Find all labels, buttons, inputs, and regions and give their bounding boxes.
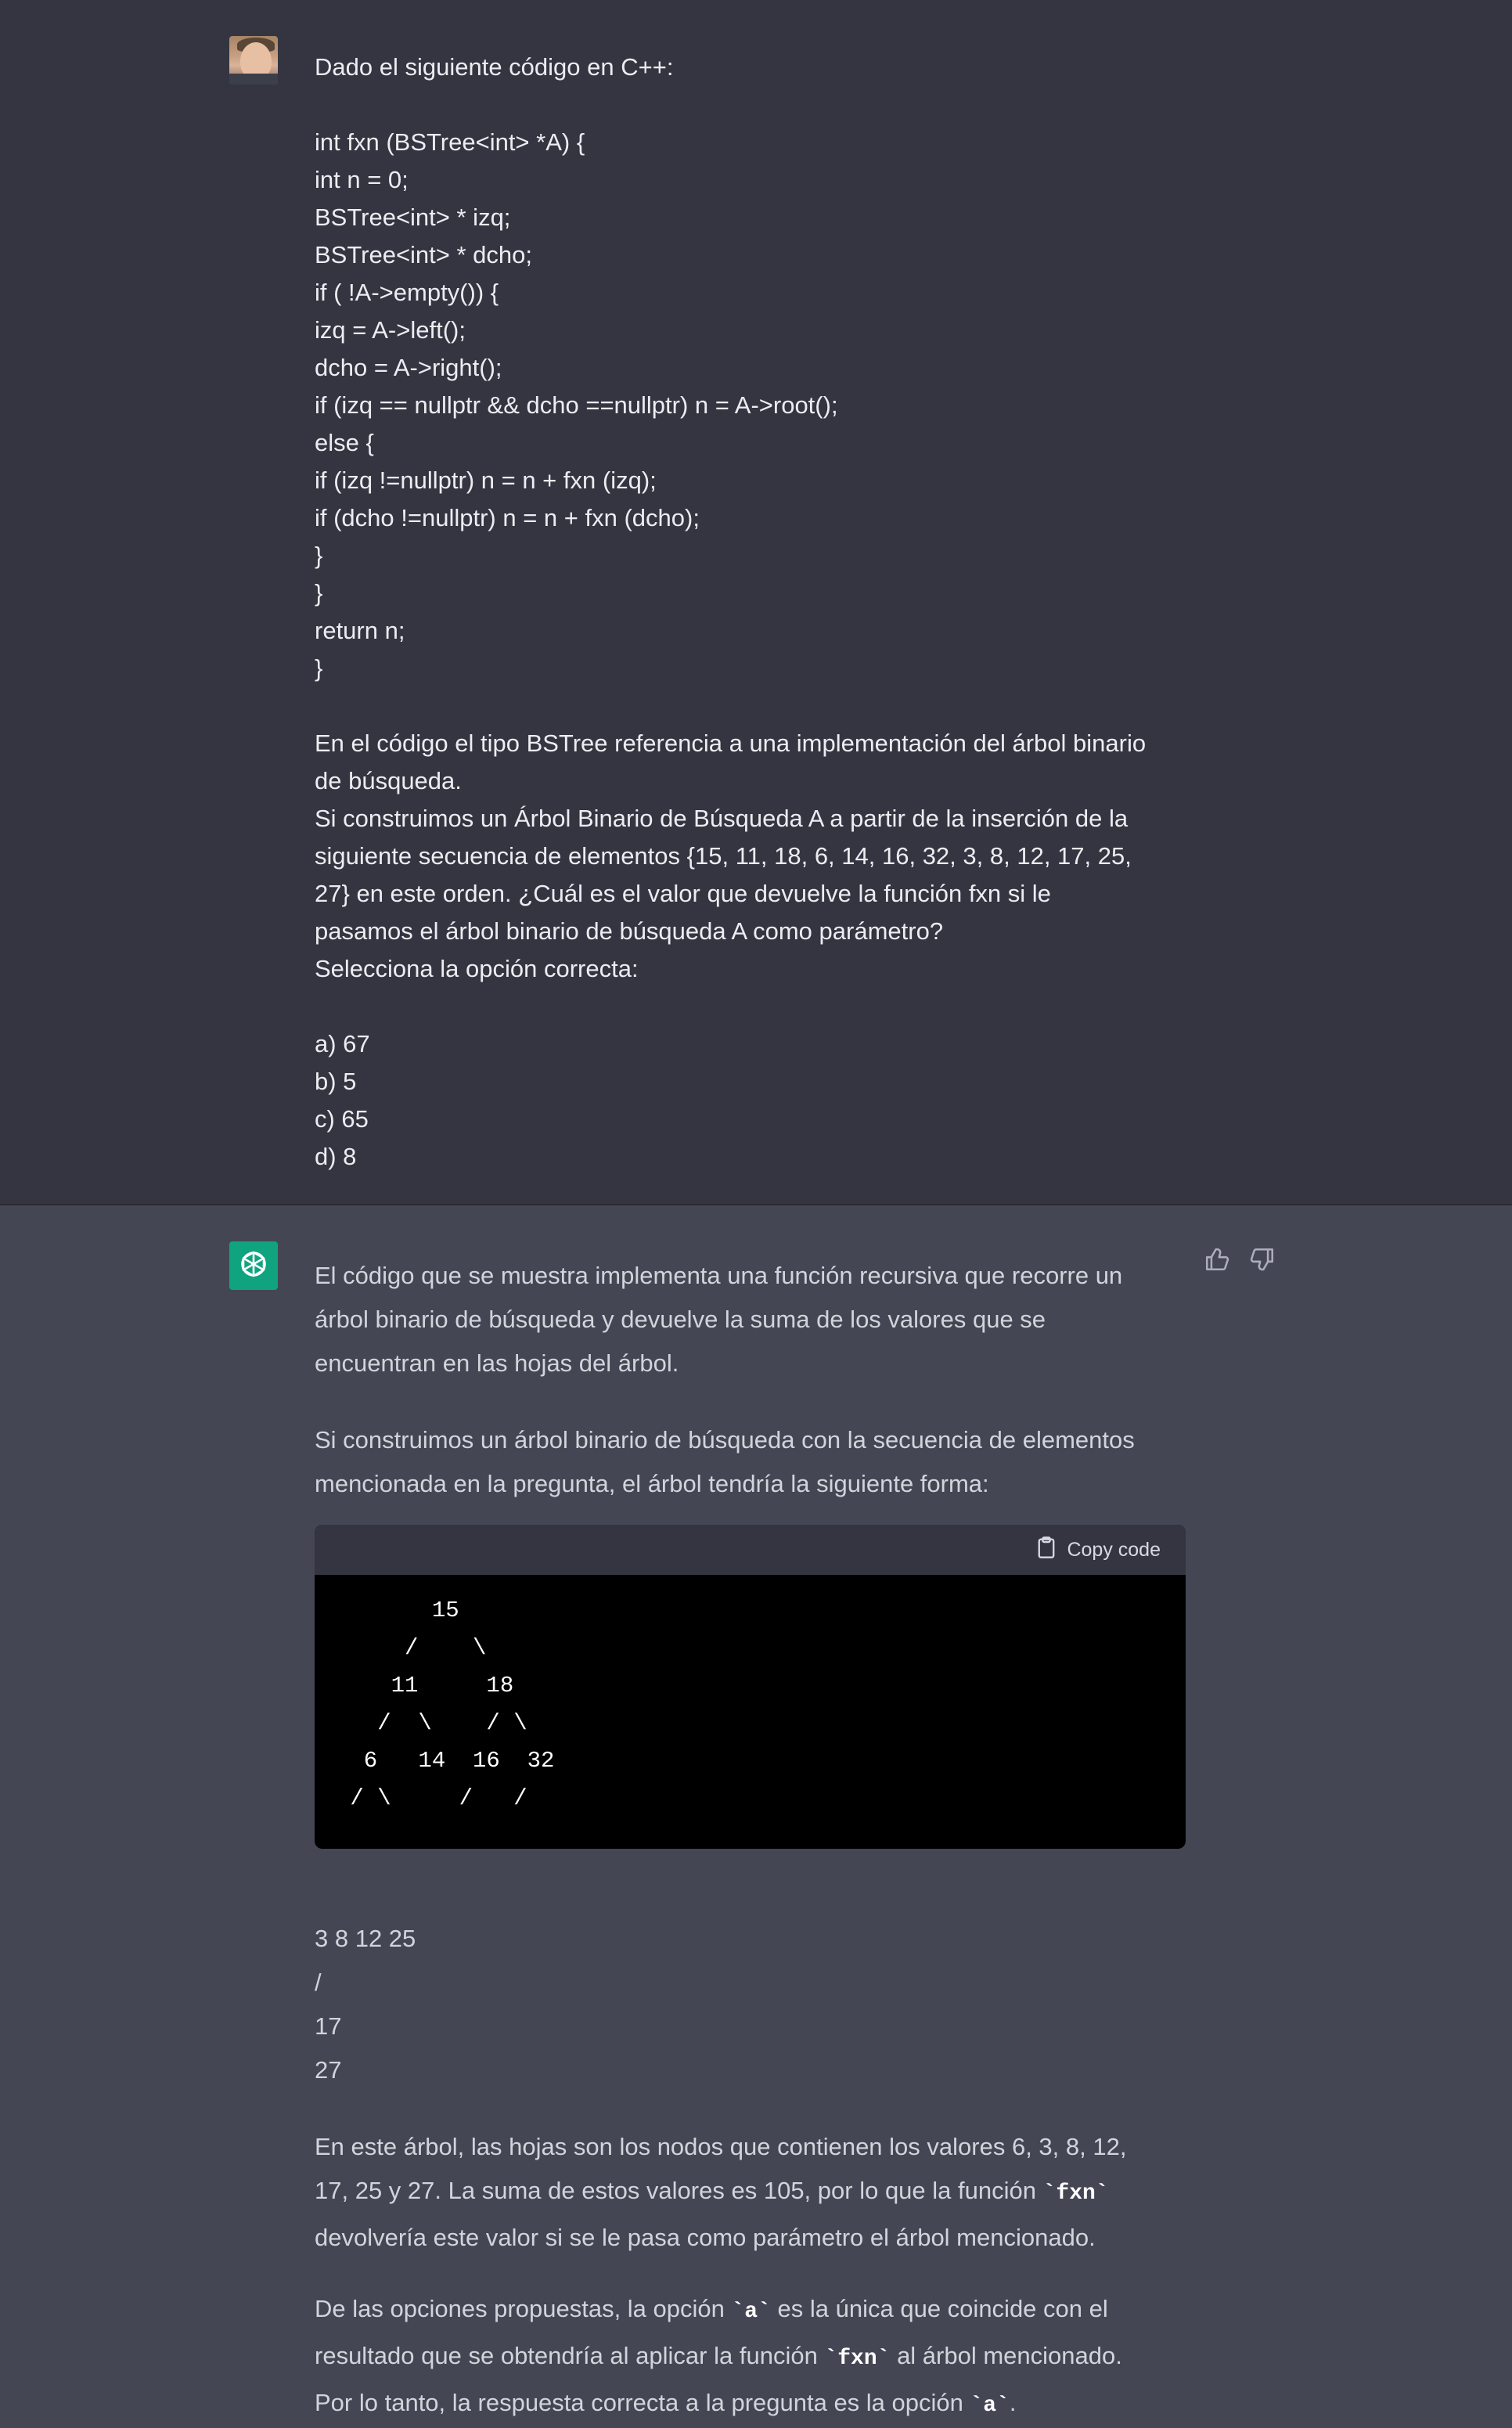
text-segment: 17, 25 y 27. La suma de estos valores es… <box>315 2177 1043 2204</box>
code-line: 15 <box>337 1598 459 1623</box>
message-line: else { <box>315 429 374 456</box>
message-line: } <box>315 654 323 682</box>
text-segment: . <box>1009 2389 1017 2416</box>
inline-code: `a` <box>731 2300 771 2324</box>
message-line: if (dcho !=nullptr) n = n + fxn (dcho); <box>315 504 700 531</box>
text-line: De las opciones propuestas, la opción `a… <box>315 2287 1199 2334</box>
text-line: / <box>315 1969 322 1996</box>
message-line: d) 8 <box>315 1143 357 1170</box>
code-block-header: Copy code <box>315 1525 1186 1575</box>
assistant-options-paragraph: De las opciones propuestas, la opción `a… <box>315 2287 1199 2428</box>
text-line: Si construimos un árbol binario de búsqu… <box>315 1426 1135 1454</box>
code-line: / \ / / <box>337 1785 527 1811</box>
openai-logo-icon <box>229 1241 278 1290</box>
message-line <box>315 86 1199 124</box>
inline-code: `fxn` <box>824 2347 891 2371</box>
message-line: int n = 0; <box>315 166 409 193</box>
copy-code-label: Copy code <box>1067 1539 1161 1561</box>
inline-code: `fxn` <box>1042 2181 1109 2206</box>
text-line: devolvería este valor si se le pasa como… <box>315 2224 1096 2251</box>
code-line: / \ / \ <box>337 1710 527 1736</box>
code-block: Copy code 15 / \ 11 18 / \ / \ 6 14 16 3… <box>315 1525 1186 1849</box>
message-line: dcho = A->right(); <box>315 354 502 381</box>
message-line: return n; <box>315 617 405 644</box>
message-line: de búsqueda. <box>315 767 462 794</box>
message-line: siguiente secuencia de elementos {15, 11… <box>315 842 1132 870</box>
message-line: if (izq == nullptr && dcho ==nullptr) n … <box>315 391 838 419</box>
message-line: Dado el siguiente código en C++: <box>315 53 674 81</box>
message-line: if (izq !=nullptr) n = n + fxn (izq); <box>315 467 657 494</box>
code-content: 15 / \ 11 18 / \ / \ 6 14 16 32 / \ / / <box>315 1575 1186 1817</box>
message-line: BSTree<int> * izq; <box>315 204 511 231</box>
inline-code: `a` <box>970 2394 1010 2418</box>
message-line: if ( !A->empty()) { <box>315 279 499 306</box>
user-message-block: Dado el siguiente código en C++: int fxn … <box>0 0 1512 1205</box>
text-segment: es la única que coincide con el <box>770 2295 1108 2322</box>
user-avatar <box>229 36 278 85</box>
copy-code-button[interactable]: Copy code <box>1035 1536 1161 1565</box>
assistant-intro-paragraph: El código que se muestra implementa una … <box>315 1254 1199 1385</box>
code-line: / \ <box>337 1635 487 1661</box>
clipboard-icon <box>1035 1536 1057 1565</box>
text-line: 3 8 12 25 <box>315 1925 416 1952</box>
message-line: 27} en este orden. ¿Cuál es el valor que… <box>315 880 1051 907</box>
message-line: Selecciona la opción correcta: <box>315 955 639 982</box>
text-line: En este árbol, las hojas son los nodos q… <box>315 2133 1127 2160</box>
text-line: encuentran en las hojas del árbol. <box>315 1349 679 1377</box>
message-line: } <box>315 579 323 607</box>
message-line: Si construimos un Árbol Binario de Búsqu… <box>315 805 1129 832</box>
message-line: int fxn (BSTree<int> *A) { <box>315 128 585 156</box>
code-line: 11 18 <box>337 1673 514 1699</box>
text-segment: Por lo tanto, la respuesta correcta a la… <box>315 2389 970 2416</box>
message-line: En el código el tipo BSTree referencia a… <box>315 729 1147 757</box>
text-line: 17, 25 y 27. La suma de estos valores es… <box>315 2169 1199 2216</box>
text-line: mencionada en la pregunta, el árbol tend… <box>315 1470 989 1497</box>
message-line: c) 65 <box>315 1105 369 1133</box>
feedback-buttons <box>1204 1246 1276 1273</box>
code-line: 6 14 16 32 <box>337 1748 555 1774</box>
text-line: árbol binario de búsqueda y devuelve la … <box>315 1306 1046 1333</box>
message-line: izq = A->left(); <box>315 316 466 344</box>
text-line: 27 <box>315 2056 342 2084</box>
message-line: pasamos el árbol binario de búsqueda A c… <box>315 917 944 945</box>
text-segment: resultado que se obtendría al aplicar la… <box>315 2342 825 2369</box>
text-segment: al árbol mencionado. <box>890 2342 1122 2369</box>
message-line <box>315 988 1199 1025</box>
thumbs-up-icon[interactable] <box>1204 1246 1230 1273</box>
message-line: } <box>315 542 323 569</box>
text-line: resultado que se obtendría al aplicar la… <box>315 2334 1199 2381</box>
message-line: a) 67 <box>315 1030 370 1057</box>
user-message-text: Dado el siguiente código en C++: int fxn … <box>315 49 1199 1176</box>
text-line: 17 <box>315 2012 342 2040</box>
message-line: b) 5 <box>315 1068 357 1095</box>
assistant-after-code-lines: 3 8 12 25 / 17 27 <box>315 1917 1199 2092</box>
assistant-tree-paragraph: Si construimos un árbol binario de búsqu… <box>315 1418 1199 1506</box>
message-line <box>315 687 1199 725</box>
text-line: El código que se muestra implementa una … <box>315 1262 1123 1289</box>
message-line: BSTree<int> * dcho; <box>315 241 533 268</box>
text-segment: De las opciones propuestas, la opción <box>315 2295 732 2322</box>
text-line: Por lo tanto, la respuesta correcta a la… <box>315 2381 1199 2428</box>
assistant-leaves-paragraph: En este árbol, las hojas son los nodos q… <box>315 2125 1199 2260</box>
thumbs-down-icon[interactable] <box>1249 1246 1276 1273</box>
